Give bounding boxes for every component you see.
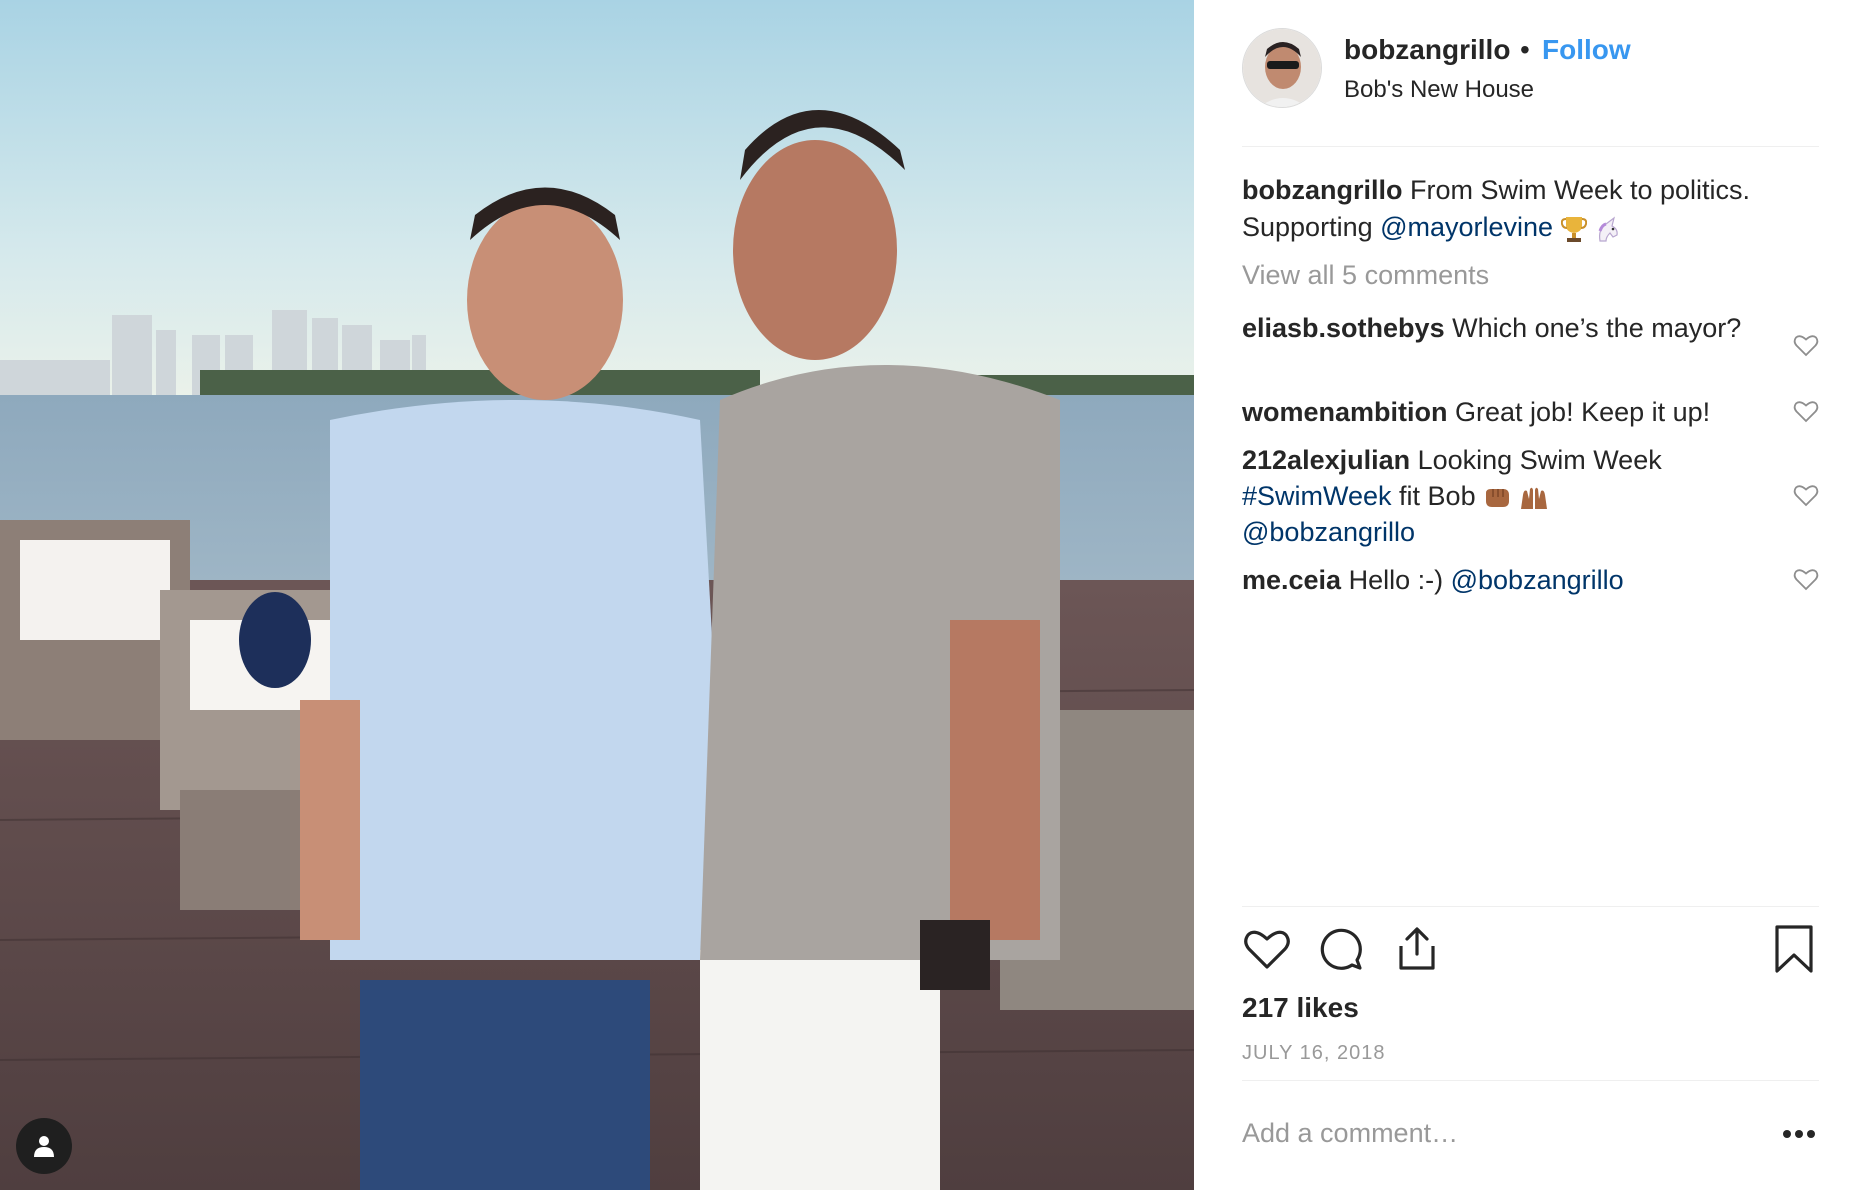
- comment-item: womenambition Great job! Keep it up!: [1242, 394, 1782, 430]
- actions-divider: [1242, 906, 1819, 907]
- comment-like-heart-icon[interactable]: [1793, 566, 1819, 592]
- caption-mention[interactable]: @mayorlevine: [1380, 212, 1553, 242]
- comment-username[interactable]: 212alexjulian: [1242, 445, 1410, 475]
- add-comment-input[interactable]: [1242, 1118, 1702, 1149]
- comment-text: fit Bob: [1391, 481, 1484, 511]
- avatar-image: [1243, 29, 1321, 107]
- post-photo[interactable]: [0, 0, 1194, 1190]
- separator-dot: •: [1520, 34, 1530, 65]
- post-sidebar: bobzangrillo • Follow Bob's New House bo…: [1194, 0, 1851, 1190]
- comment-input-divider: [1242, 1080, 1819, 1081]
- heart-icon[interactable]: [1242, 924, 1292, 974]
- post-date[interactable]: JULY 16, 2018: [1242, 1042, 1385, 1065]
- comment-item: 212alexjulian Looking Swim Week #SwimWee…: [1242, 442, 1742, 550]
- comment-username[interactable]: eliasb.sothebys: [1242, 313, 1445, 343]
- comment-item: eliasb.sothebys Which one’s the mayor?: [1242, 310, 1782, 346]
- comment-mention[interactable]: @bobzangrillo: [1451, 565, 1624, 595]
- trophy-emoji: [1560, 216, 1587, 242]
- photo-image: [0, 0, 1194, 1190]
- username-link[interactable]: bobzangrillo: [1344, 34, 1510, 66]
- view-all-comments-link[interactable]: View all 5 comments: [1242, 260, 1489, 291]
- raising-hands-emoji: [1520, 487, 1547, 509]
- follow-button[interactable]: Follow: [1542, 34, 1631, 66]
- comment-text: Looking Swim Week: [1410, 445, 1662, 475]
- comment-username[interactable]: womenambition: [1242, 397, 1448, 427]
- unicorn-emoji: [1598, 216, 1618, 242]
- share-icon[interactable]: [1392, 924, 1442, 974]
- comment-mention[interactable]: @bobzangrillo: [1242, 517, 1415, 547]
- comment-like-heart-icon[interactable]: [1793, 482, 1819, 508]
- comment-item: me.ceia Hello :-) @bobzangrillo: [1242, 562, 1782, 598]
- caption-username[interactable]: bobzangrillo: [1242, 175, 1402, 205]
- comment-text: Which one’s the mayor?: [1444, 313, 1742, 343]
- comment-hashtag[interactable]: #SwimWeek: [1242, 481, 1392, 511]
- likes-count[interactable]: 217 likes: [1242, 992, 1359, 1024]
- comment-like-heart-icon[interactable]: [1793, 398, 1819, 424]
- comment-like-heart-icon[interactable]: [1793, 332, 1819, 358]
- action-bar: [1242, 924, 1819, 976]
- location-link[interactable]: Bob's New House: [1344, 76, 1534, 104]
- comment-bubble-icon[interactable]: [1316, 924, 1366, 974]
- avatar[interactable]: [1242, 28, 1322, 108]
- header-divider: [1242, 146, 1819, 147]
- fist-bump-emoji: [1486, 488, 1510, 507]
- comment-text: Great job! Keep it up!: [1447, 397, 1711, 427]
- comment-username[interactable]: me.ceia: [1242, 565, 1341, 595]
- user-tag-icon: [34, 1136, 54, 1157]
- more-options-icon[interactable]: [1781, 1128, 1817, 1140]
- caption: bobzangrillo From Swim Week to politics.…: [1242, 172, 1802, 246]
- bookmark-icon[interactable]: [1769, 924, 1819, 974]
- comment-text: Hello :-): [1341, 565, 1451, 595]
- user-tag-button[interactable]: [16, 1118, 72, 1174]
